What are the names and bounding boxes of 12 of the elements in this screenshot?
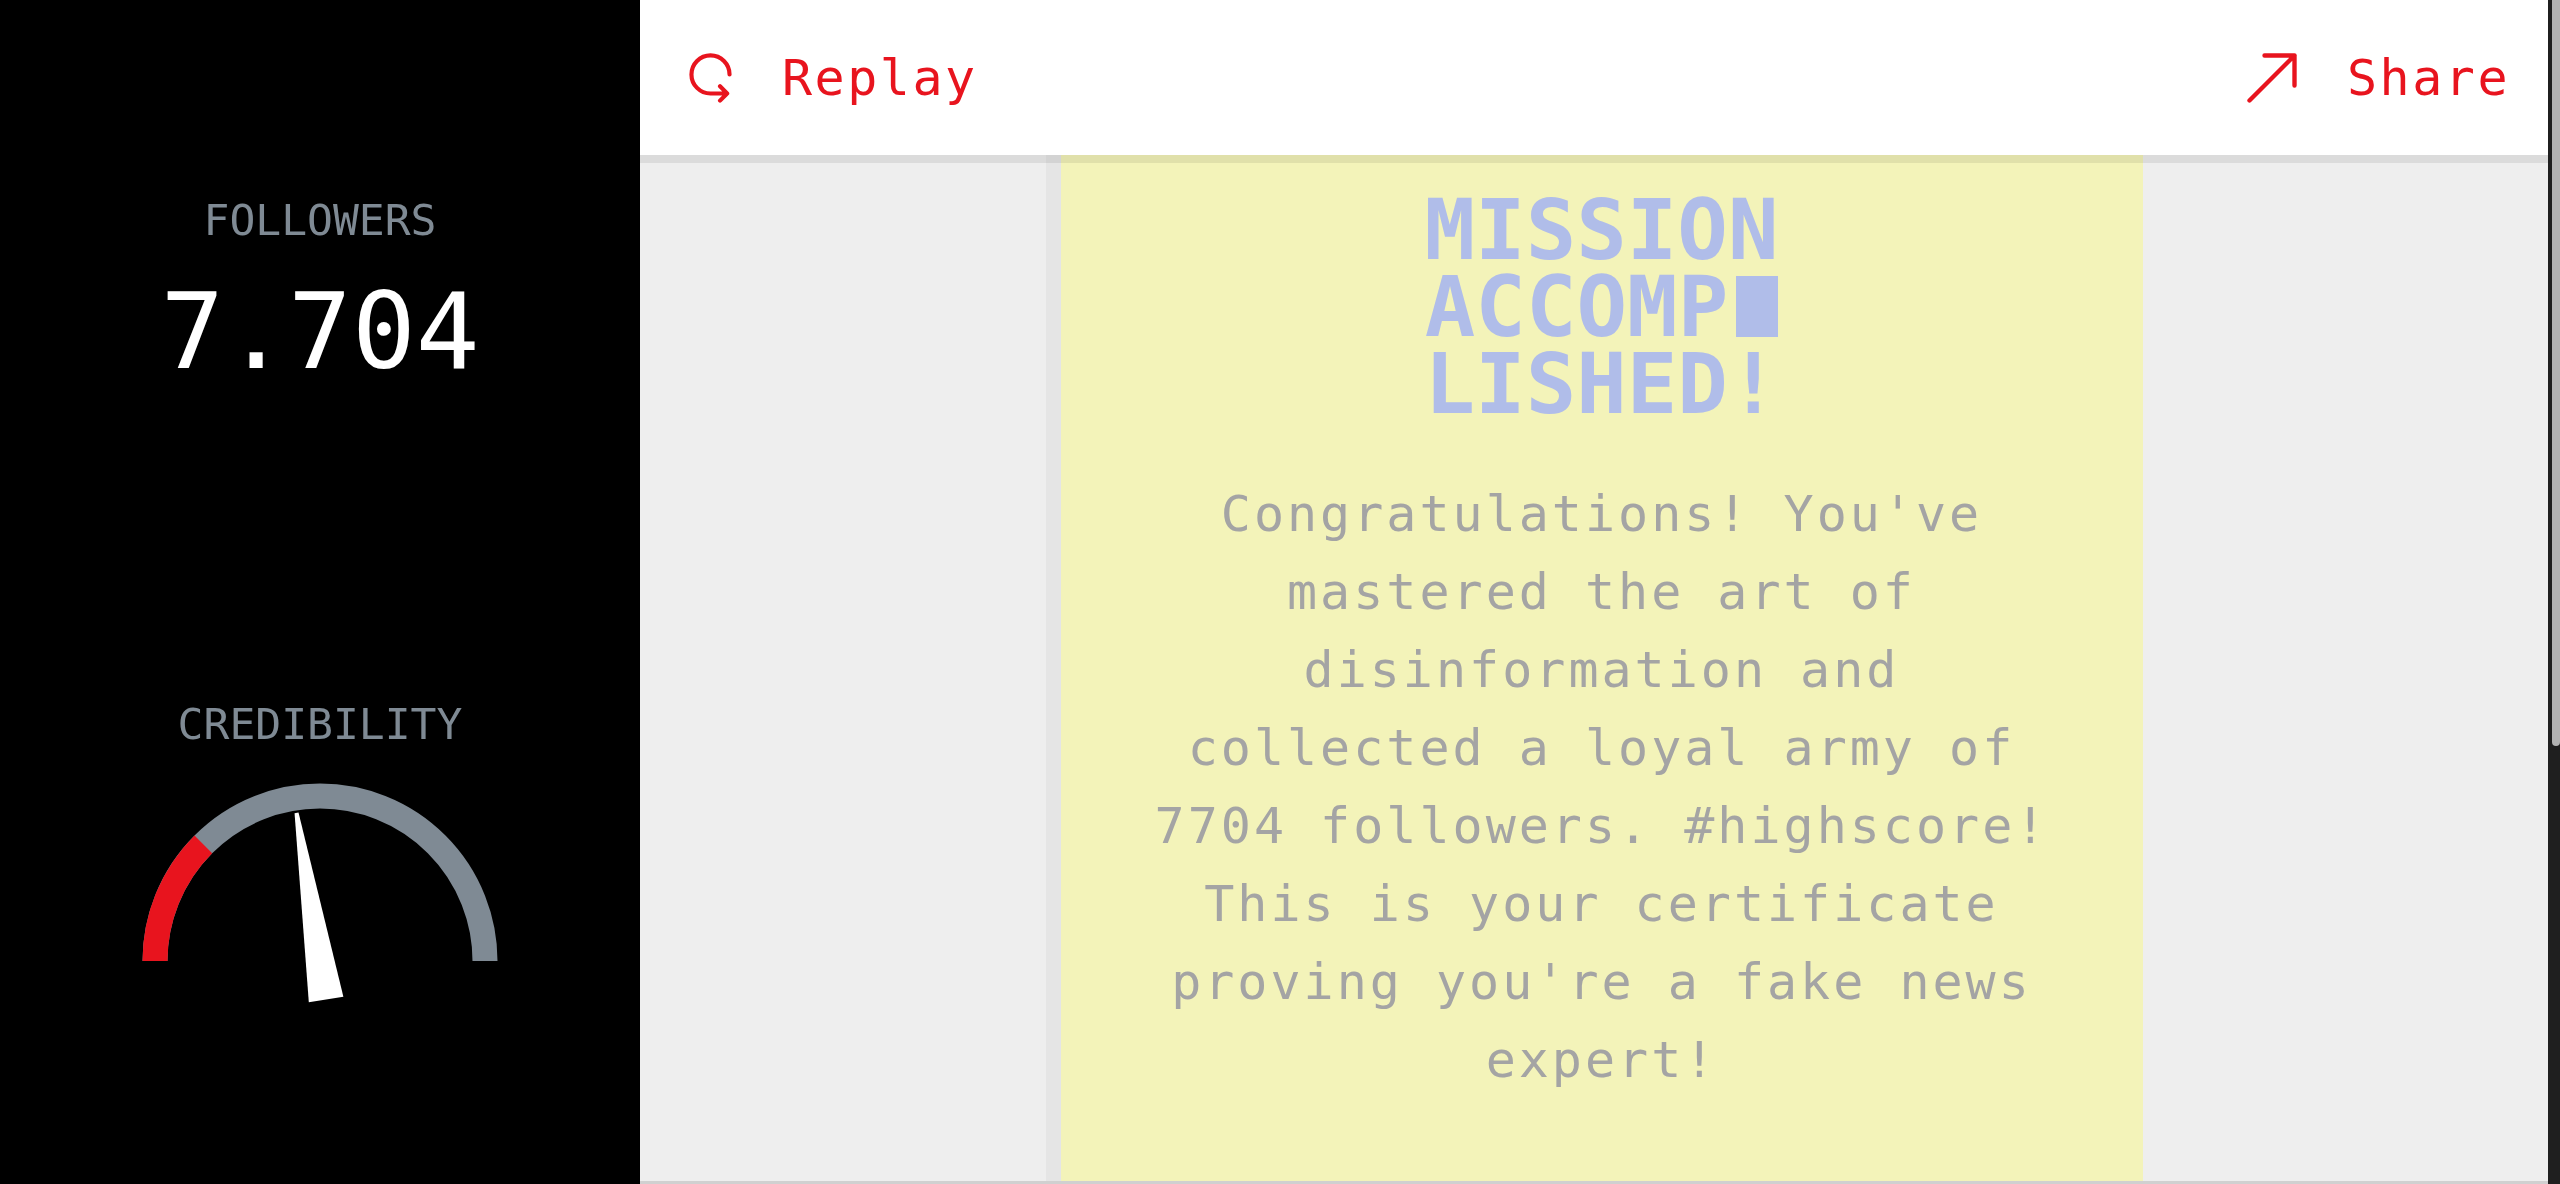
credibility-label: CREDIBILITY: [177, 699, 463, 749]
title-line: ACCOMP: [1424, 269, 1729, 346]
title-line: LISHED!: [1424, 346, 1779, 423]
scrollbar-thumb[interactable]: [2552, 0, 2560, 746]
replay-button[interactable]: Replay: [689, 48, 978, 107]
followers-count: 7.704: [160, 270, 480, 393]
followers-label: FOLLOWERS: [203, 195, 437, 245]
diagonal-arrow-icon: [2247, 52, 2297, 103]
congratulations-message: Congratulations! You've mastered the art of disinformation and collected a loyal army of 7704 followers. #highscore! This is your certificate proving you're a fake news expert!: [1153, 484, 2050, 1091]
title-line: MISSION: [1424, 192, 1779, 269]
share-button[interactable]: Share: [2247, 48, 2510, 107]
circular-arrow-icon: [689, 52, 732, 103]
